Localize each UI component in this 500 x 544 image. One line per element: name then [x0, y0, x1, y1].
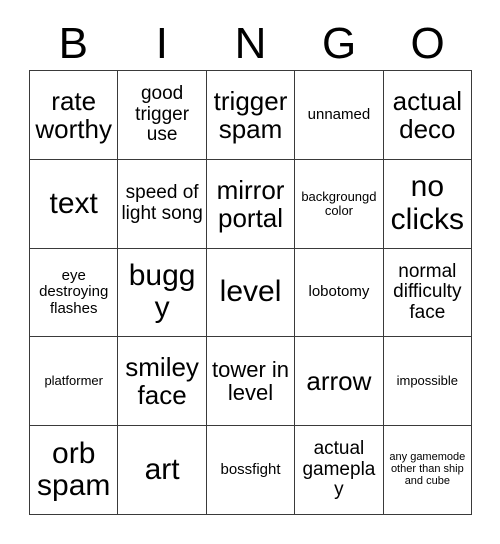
bingo-cell-label: tower in level [211, 356, 290, 406]
bingo-cell-label: mirror portal [216, 174, 285, 233]
bingo-cell-label: art [144, 452, 180, 486]
bingo-cell[interactable]: lobotomy [295, 248, 384, 338]
bingo-cell-label: platformer [44, 373, 103, 389]
bingo-cell-label: impossible [396, 373, 459, 389]
bingo-cell[interactable]: buggy [118, 248, 207, 338]
bingo-cell[interactable]: smiley face [118, 337, 207, 427]
bingo-cell[interactable]: normal difficulty face [383, 248, 473, 338]
bingo-cell-label: eye destroying flashes [39, 267, 109, 317]
bingo-card: B I N G O rate worthy good trigger use t… [0, 0, 500, 544]
bingo-cell[interactable]: unnamed [295, 71, 384, 160]
bingo-cell[interactable]: bossfight [206, 426, 296, 515]
bingo-cell-label: lobotomy [308, 283, 370, 301]
bingo-cell[interactable]: rate worthy [30, 71, 119, 160]
bingo-cell[interactable]: good trigger use [118, 71, 207, 160]
bingo-cell[interactable]: no clicks [383, 159, 473, 249]
bingo-cell-label: bossfight [220, 460, 281, 478]
header-letter-o: O [410, 19, 445, 68]
bingo-cell[interactable]: eye destroying flashes [30, 248, 119, 338]
bingo-row: rate worthy good trigger use trigger spa… [30, 71, 473, 160]
bingo-cell[interactable]: actual deco [383, 71, 473, 160]
bingo-cell-label: orb spam [37, 436, 111, 503]
bingo-cell[interactable]: any gamemode other than ship and cube [383, 426, 473, 515]
header-letter-b: B [58, 19, 88, 68]
bingo-cell-label: arrow [306, 366, 372, 397]
bingo-cell[interactable]: platformer [30, 337, 119, 427]
bingo-header: B I N G O [29, 18, 472, 70]
header-letter-g: G [321, 19, 357, 68]
bingo-cell-label: speed of light song [121, 182, 203, 224]
bingo-cell[interactable]: impossible [383, 337, 473, 427]
bingo-row: orb spam art bossfight actual gameplay a… [30, 426, 473, 515]
bingo-cell[interactable]: level [206, 248, 296, 338]
bingo-cell-label: buggy [128, 259, 196, 325]
bingo-cell-label: rate worthy [35, 85, 112, 144]
bingo-cell[interactable]: actual gameplay [295, 426, 384, 515]
bingo-row: eye destroying flashes buggy level lobot… [30, 248, 473, 338]
bingo-cell-label: level [219, 275, 282, 309]
bingo-cell[interactable]: trigger spam [206, 71, 296, 160]
bingo-grid: rate worthy good trigger use trigger spa… [29, 70, 473, 515]
bingo-cell-label: no clicks [390, 170, 464, 236]
bingo-cell-label: text [49, 186, 98, 220]
bingo-cell[interactable]: text [30, 159, 119, 249]
header-letter-i: I [155, 19, 168, 68]
bingo-cell-label: actual gameplay [302, 438, 376, 501]
bingo-cell-label: good trigger use [135, 83, 190, 146]
bingo-cell[interactable]: arrow [295, 337, 384, 427]
bingo-cell[interactable]: art [118, 426, 207, 515]
header-letter-n: N [234, 19, 267, 68]
bingo-cell-label: unnamed [307, 105, 371, 123]
bingo-cell-label: smiley face [125, 352, 199, 411]
bingo-cell[interactable]: backgroungd color [295, 159, 384, 249]
bingo-row: text speed of light song mirror portal b… [30, 159, 473, 249]
bingo-cell[interactable]: speed of light song [118, 159, 207, 249]
bingo-cell[interactable]: mirror portal [206, 159, 296, 249]
bingo-cell[interactable]: orb spam [30, 426, 119, 515]
bingo-cell-label: normal difficulty face [393, 260, 462, 323]
bingo-cell-label: any gamemode other than ship and cube [389, 451, 466, 488]
bingo-row: platformer smiley face tower in level ar… [30, 337, 473, 427]
bingo-cell[interactable]: tower in level [206, 337, 296, 427]
bingo-cell-label: actual deco [392, 85, 463, 144]
bingo-cell-label: trigger spam [213, 85, 288, 144]
bingo-cell-label: backgroungd color [301, 188, 377, 218]
